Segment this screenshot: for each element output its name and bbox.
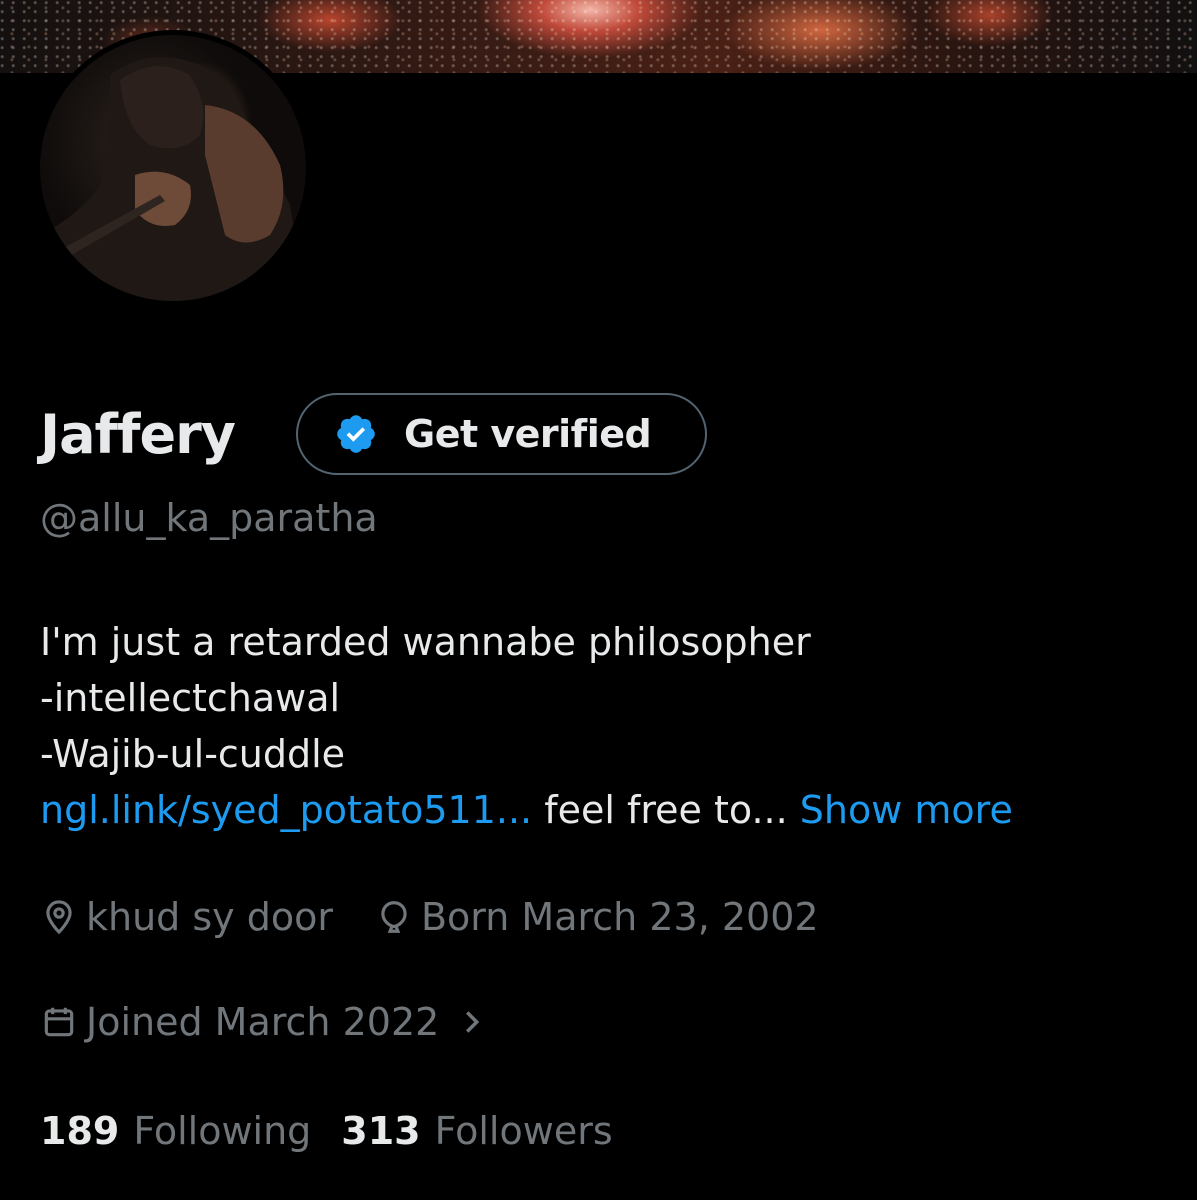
following-count: 189: [40, 1109, 120, 1153]
joined-text: Joined March 2022: [86, 1000, 440, 1044]
bio-link[interactable]: ngl.link/syed_potato511...: [40, 788, 532, 832]
profile-stats: 189 Following 313 Followers: [40, 1106, 643, 1156]
show-more-link[interactable]: Show more: [800, 788, 1013, 832]
profile-bio: I'm just a retarded wannabe philosopher …: [40, 614, 1160, 838]
location-item: khud sy door: [40, 892, 333, 942]
profile-meta-row: Joined March 2022: [40, 997, 541, 1047]
calendar-icon: [40, 1003, 78, 1041]
joined-item[interactable]: Joined March 2022: [40, 997, 499, 1047]
following-link[interactable]: 189 Following: [40, 1106, 311, 1156]
profile-page: Jaffery Get verified @allu_ka_paratha I'…: [0, 0, 1197, 1200]
get-verified-label: Get verified: [404, 412, 652, 456]
bio-line: -intellectchawal: [40, 676, 341, 720]
followers-link[interactable]: 313 Followers: [341, 1106, 612, 1156]
location-pin-icon: [40, 898, 78, 936]
followers-count: 313: [341, 1109, 421, 1153]
birthday-text: Born March 23, 2002: [420, 895, 819, 939]
profile-name: Jaffery: [40, 403, 236, 466]
verified-badge-icon: [334, 412, 378, 456]
chevron-right-icon: [453, 1003, 491, 1041]
avatar-image: [40, 57, 306, 301]
profile-handle: @allu_ka_paratha: [40, 496, 378, 540]
bio-line: I'm just a retarded wannabe philosopher: [40, 620, 811, 664]
location-text: khud sy door: [86, 895, 333, 939]
get-verified-button[interactable]: Get verified: [296, 393, 707, 475]
followers-label: Followers: [434, 1109, 613, 1153]
profile-meta-row: khud sy door Born March 23, 2002: [40, 892, 861, 942]
avatar-frame: [35, 30, 311, 306]
birthday-item: Born March 23, 2002: [375, 892, 819, 942]
bio-line: -Wajib-ul-cuddle: [40, 732, 346, 776]
balloon-icon: [375, 898, 413, 936]
bio-last-line: ngl.link/syed_potato511... feel free to.…: [40, 782, 1160, 838]
bio-tail: feel free to...: [532, 788, 788, 832]
following-label: Following: [133, 1109, 312, 1153]
avatar[interactable]: [40, 35, 306, 301]
